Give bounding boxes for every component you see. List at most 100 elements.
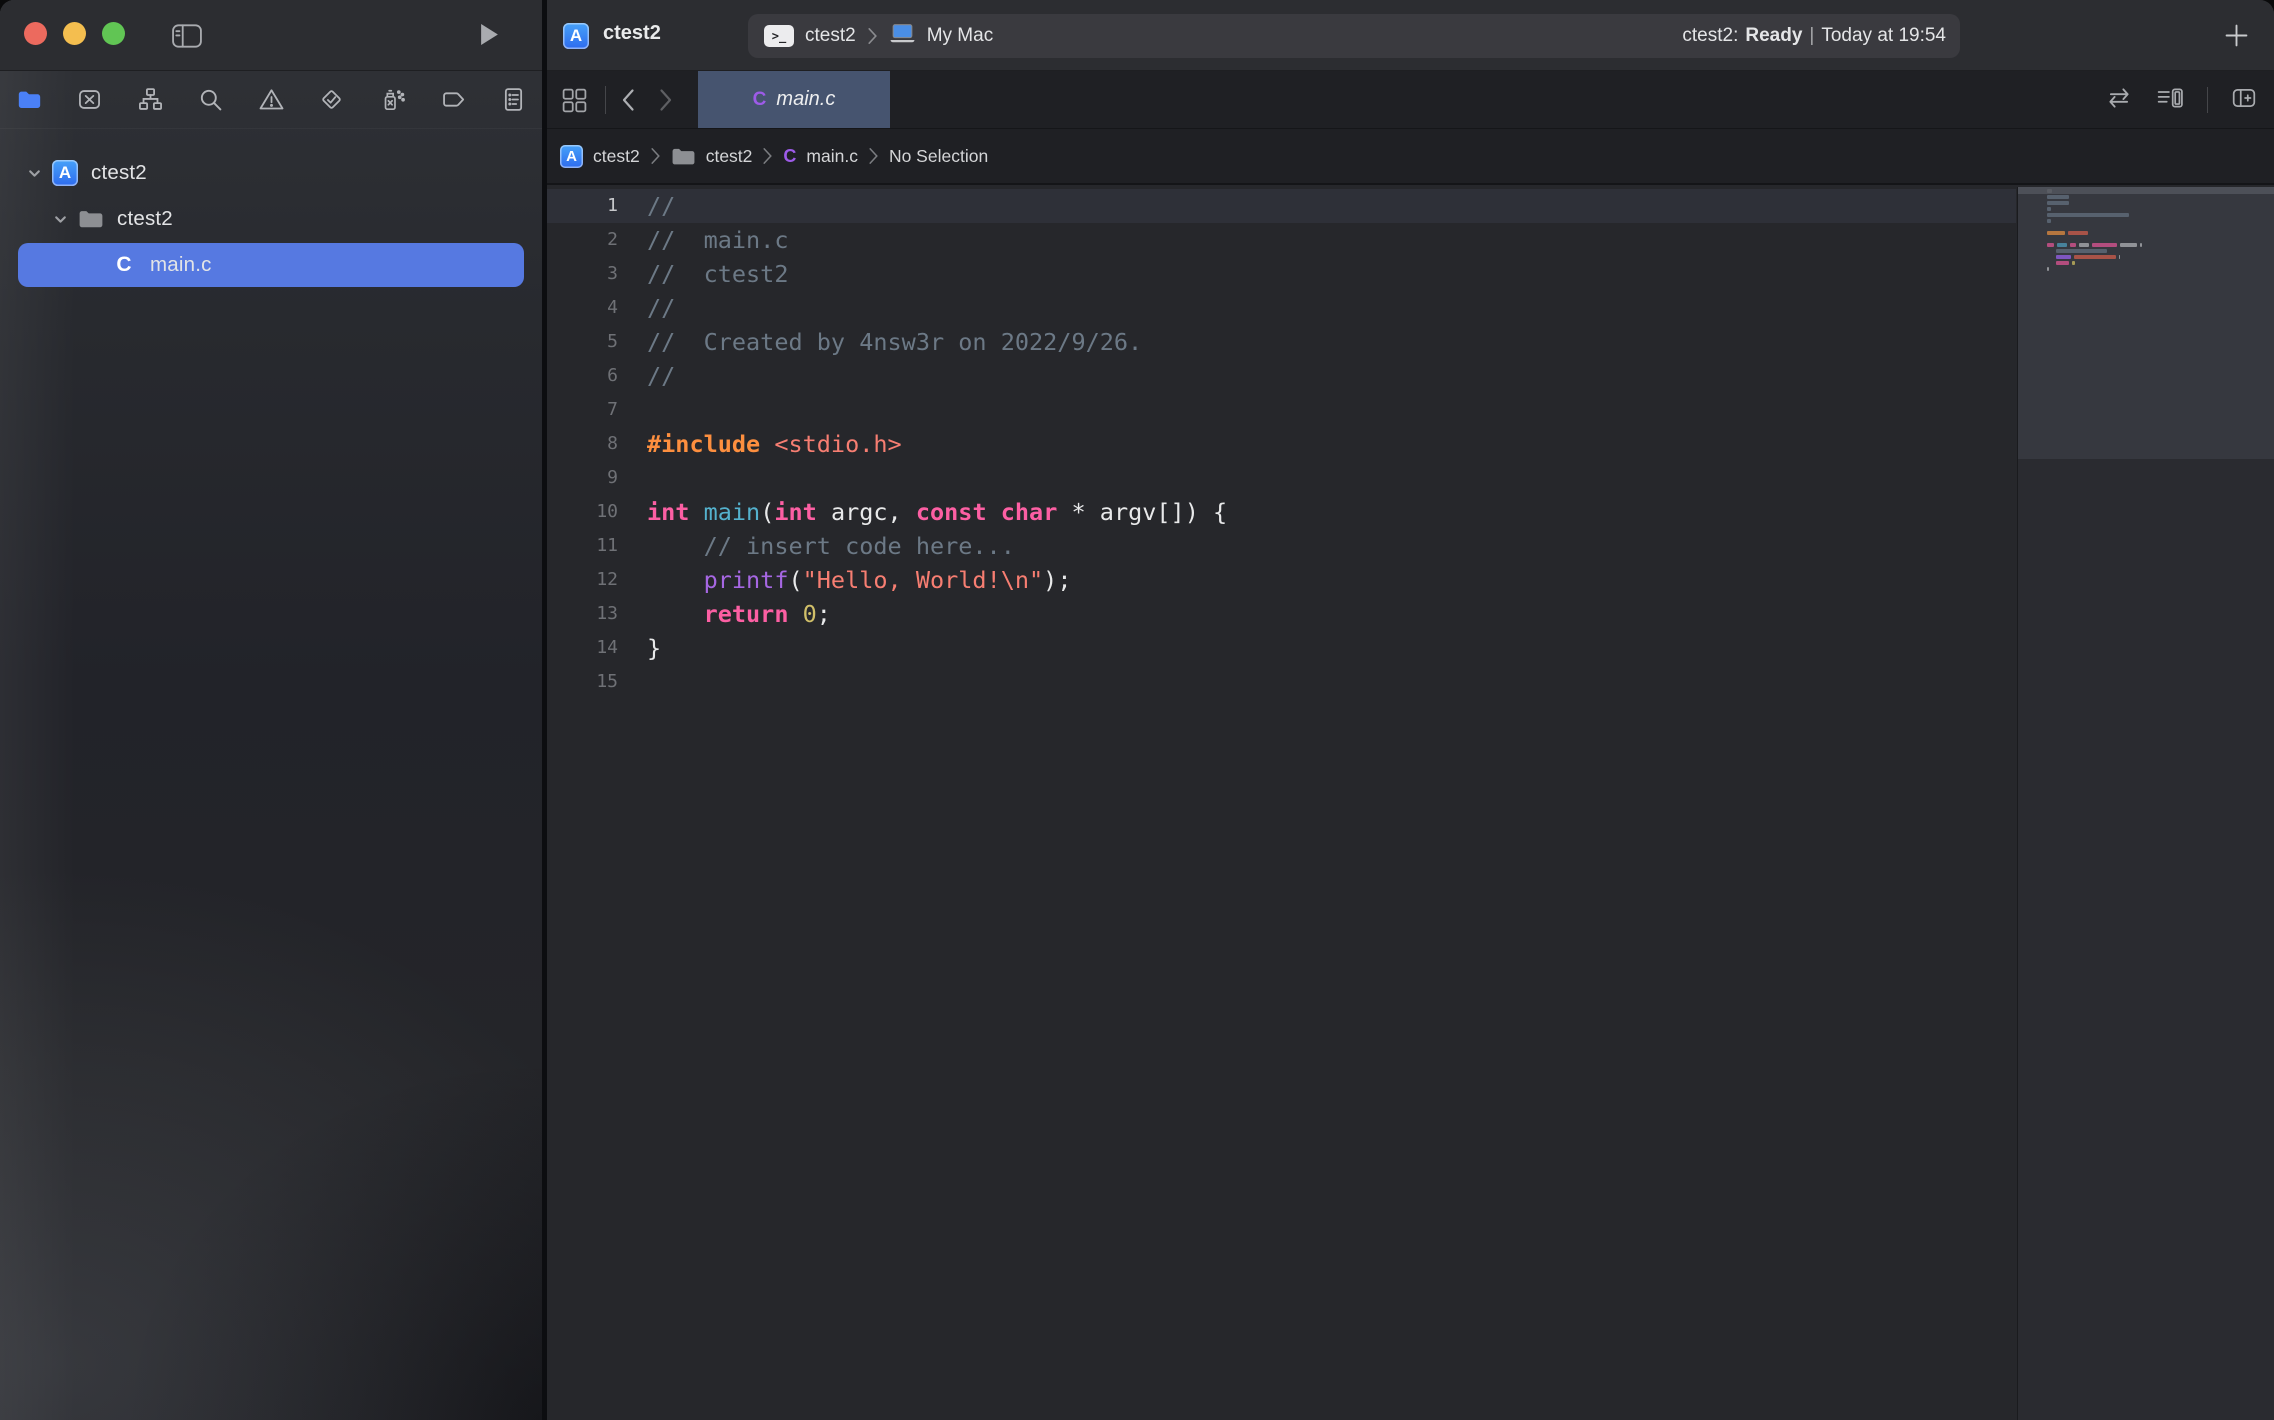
line-number: 15: [596, 665, 618, 699]
minimize-window-button[interactable]: [63, 22, 86, 45]
toggle-navigator-button[interactable]: [172, 24, 202, 51]
navigator-sidebar: Actest2ctest2Cmain.c: [0, 0, 542, 1420]
zoom-window-button[interactable]: [102, 22, 125, 45]
navigator-tab-reports[interactable]: [497, 84, 529, 116]
test-diamond-icon: [318, 86, 345, 113]
minimap-line-8: [2068, 231, 2088, 235]
minimap-line-14: [2047, 267, 2049, 271]
warning-triangle-icon: [258, 86, 285, 113]
tree-item-main.c[interactable]: Cmain.c: [0, 242, 542, 288]
code-line-10: int main(int argc, const char * argv[]) …: [647, 495, 1227, 529]
status-project: ctest2:: [1682, 25, 1738, 47]
folder-icon: [16, 86, 43, 113]
jumpbar-item-file[interactable]: main.c: [806, 146, 858, 167]
disclosure-chevron-icon[interactable]: [45, 212, 75, 227]
minimap-line-6: [2047, 219, 2051, 223]
tab-main-c[interactable]: C main.c: [698, 71, 890, 128]
report-list-icon: [500, 86, 527, 113]
editor-tab-bar: C main.c: [547, 71, 2274, 129]
add-editor-button[interactable]: [2230, 85, 2258, 114]
minimap-line-1: [2047, 189, 2052, 193]
chevron-right-icon: [867, 27, 878, 45]
minimap-line-12: [2074, 255, 2116, 259]
tab-label: main.c: [776, 88, 835, 111]
line-number: 1: [607, 189, 618, 223]
source-control-icon: [76, 86, 103, 113]
spray-can-icon: [379, 86, 406, 113]
add-button[interactable]: [2225, 24, 2248, 50]
minimap-line-10: [2047, 243, 2054, 247]
run-button[interactable]: [480, 23, 499, 49]
navigator-tab-tests[interactable]: [316, 84, 348, 116]
minimap-line-10: [2092, 243, 2117, 247]
scheme-selector[interactable]: >_ ctest2 My Mac: [748, 14, 1009, 58]
navigator-tab-source-control[interactable]: [74, 84, 106, 116]
navigator-tab-symbols[interactable]: [134, 84, 166, 116]
status-time: Today at 19:54: [1821, 25, 1946, 47]
current-line-highlight: [547, 189, 2016, 223]
line-number: 8: [607, 427, 618, 461]
jumpbar-item-selection[interactable]: No Selection: [889, 146, 988, 167]
sidebar-toolbar: [0, 0, 542, 71]
tree-item-label: main.c: [150, 253, 212, 277]
minimap-line-10: [2120, 243, 2137, 247]
navigator-tab-breakpoints[interactable]: [437, 84, 469, 116]
plus-icon: [2225, 24, 2248, 47]
close-window-button[interactable]: [24, 22, 47, 45]
tree-item-label: ctest2: [91, 161, 147, 185]
sidebar-icon: [172, 24, 202, 48]
navigator-tab-project[interactable]: [13, 84, 45, 116]
c-file-icon: C: [108, 253, 140, 277]
my-mac-icon: [889, 23, 916, 49]
scheme-name: ctest2: [805, 25, 856, 47]
add-editor-icon: [2230, 85, 2258, 111]
c-file-icon: C: [783, 146, 796, 167]
navigator-tab-find[interactable]: [195, 84, 227, 116]
activity-viewer[interactable]: ctest2: Ready | Today at 19:54: [1682, 14, 1946, 58]
xcode-project-icon: A: [563, 23, 589, 49]
line-number: 7: [607, 393, 618, 427]
tab-bar-divider: [605, 86, 606, 114]
minimap-line-12: [2119, 255, 2120, 259]
disclosure-chevron-icon[interactable]: [19, 166, 49, 181]
line-number: 2: [607, 223, 618, 257]
tree-item-ctest2[interactable]: Actest2: [0, 150, 542, 196]
minimap-line-12: [2056, 255, 2071, 259]
jumpbar-item-group[interactable]: ctest2: [706, 146, 753, 167]
jumpbar-item-project[interactable]: ctest2: [593, 146, 640, 167]
line-number: 13: [596, 597, 618, 631]
minimap-line-10: [2140, 243, 2142, 247]
line-number: 14: [596, 631, 618, 665]
code-line-14: }: [647, 631, 661, 665]
navigator-tab-bar: [0, 71, 542, 129]
code-line-12: printf("Hello, World!\n");: [647, 563, 1071, 597]
adjust-editor-options-button[interactable]: [2155, 85, 2185, 114]
toolbar-center-pill: >_ ctest2 My Mac ctest2: Read: [748, 14, 1960, 58]
line-number: 12: [596, 563, 618, 597]
chevron-right-icon: [762, 147, 773, 165]
tree-item-label: ctest2: [117, 207, 173, 231]
editor-actions-divider: [2207, 87, 2208, 113]
navigator-tab-debug[interactable]: [376, 84, 408, 116]
line-number: 10: [596, 495, 618, 529]
source-editor[interactable]: 123456789101112131415 //// main.c// ctes…: [547, 187, 2274, 1420]
hierarchy-icon: [137, 86, 164, 113]
navigator-tab-issues[interactable]: [255, 84, 287, 116]
go-back-button[interactable]: [621, 88, 635, 115]
related-items-button[interactable]: [561, 87, 588, 117]
minimap-visible-region: [2018, 187, 2274, 459]
code-line-6: //: [647, 359, 675, 393]
minimap-current-line: [2018, 187, 2274, 194]
tag-icon: [439, 86, 466, 113]
xcode-project-icon: A: [560, 145, 583, 168]
tree-item-ctest2[interactable]: ctest2: [0, 196, 542, 242]
code-review-button[interactable]: [2105, 85, 2133, 114]
code-line-11: // insert code here...: [647, 529, 1015, 563]
minimap-line-3: [2047, 201, 2069, 205]
go-forward-button[interactable]: [659, 88, 673, 115]
line-number: 11: [596, 529, 618, 563]
line-number: 5: [607, 325, 618, 359]
minimap[interactable]: [2017, 187, 2274, 1420]
folder-icon: [75, 208, 107, 230]
status-state: Ready: [1745, 25, 1802, 47]
